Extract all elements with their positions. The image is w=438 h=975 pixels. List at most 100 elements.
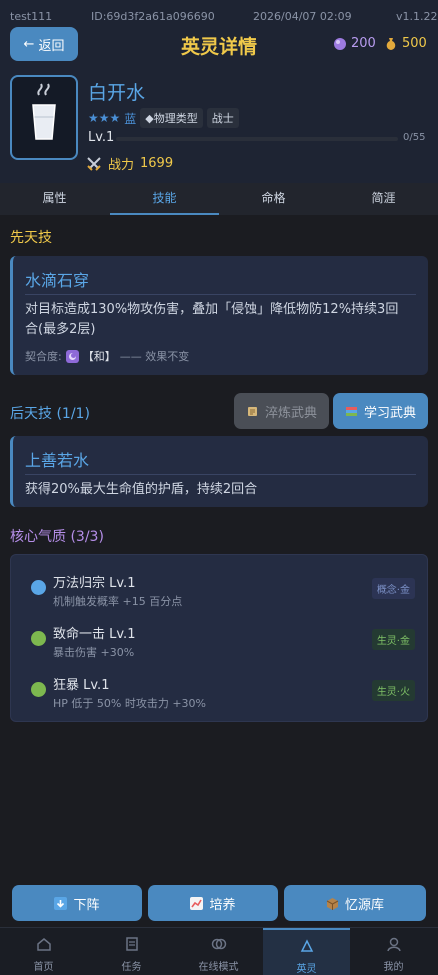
- trait-name: 狂暴 Lv.1: [53, 678, 110, 693]
- acquired-skill-name: 上善若水: [25, 451, 90, 470]
- acquired-skill-description: 获得20%最大生命值的护盾，持续2回合: [25, 482, 258, 497]
- combat-power: 战力 1699: [86, 154, 173, 173]
- innate-skill-card: 水滴石穿 对目标造成130%物攻伤害，叠加「侵蚀」降低物防12%持续3回合(最多…: [10, 256, 428, 375]
- tasks-icon: [125, 937, 138, 951]
- status-user: test111: [10, 10, 53, 23]
- affinity-icon: [65, 349, 79, 363]
- nav-home[interactable]: 首页: [0, 928, 87, 975]
- money-bag-icon: [386, 37, 396, 50]
- hero-tags: ★★★ 蓝 ◆物理类型 战士: [88, 108, 239, 128]
- train-button[interactable]: 培养: [148, 885, 278, 921]
- chart-up-icon: [190, 896, 204, 910]
- class-tag: 战士: [206, 108, 239, 128]
- tab-biography[interactable]: 简涯: [329, 183, 438, 215]
- back-button[interactable]: ← 返回: [10, 27, 78, 61]
- nav-profile[interactable]: 我的: [350, 928, 437, 975]
- power-label: 战力: [108, 158, 135, 173]
- trait-description: HP 低于 50% 时攻击力 +30%: [53, 697, 207, 710]
- unequip-button[interactable]: 下阵: [12, 885, 142, 921]
- books-icon: [345, 406, 357, 416]
- affinity-effect: —— 效果不变: [119, 350, 190, 363]
- home-icon: [36, 938, 51, 951]
- hero-portrait: [10, 75, 78, 160]
- hero-info: 白开水 ★★★ 蓝 ◆物理类型 战士 Lv.1 0/55 战力 1699: [0, 66, 438, 184]
- learn-tome-button[interactable]: 学习武典: [333, 393, 428, 429]
- detail-tabs: 属性 技能 命格 简涯: [0, 183, 438, 215]
- refine-label: 淬炼武典: [264, 405, 317, 421]
- trait-row: 狂暴 Lv.1 HP 低于 50% 时攻击力 +30% 生灵·火: [21, 666, 415, 714]
- train-label: 培养: [209, 897, 236, 913]
- box-icon: [326, 897, 339, 910]
- gem-amount: 200: [351, 36, 376, 51]
- gem-icon: [334, 37, 346, 50]
- status-datetime: 2026/04/07 02:09: [253, 10, 352, 23]
- innate-skill-title: 先天技: [10, 230, 52, 246]
- profile-icon: [386, 937, 401, 952]
- innate-skill-description: 对目标造成130%物攻伤害，叠加「侵蚀」降低物防12%持续3回合(最多2层): [25, 302, 399, 337]
- acquired-skill-card: 上善若水 获得20%最大生命值的护盾，持续2回合: [10, 436, 428, 507]
- trait-name: 万法归宗 Lv.1: [53, 576, 136, 591]
- tab-skills[interactable]: 技能: [110, 183, 219, 215]
- trait-dot: [31, 631, 46, 646]
- xp-bar: [116, 137, 398, 141]
- learn-label: 学习武典: [363, 405, 416, 421]
- nav-profile-label: 我的: [383, 962, 404, 973]
- trait-element-tag: 概念·金: [371, 578, 415, 599]
- nav-tasks-label: 任务: [121, 962, 142, 973]
- innate-skill-name: 水滴石穿: [25, 271, 90, 290]
- header: 英灵详情 ← 返回 200 500: [0, 27, 438, 66]
- xp-text: 0/55: [403, 132, 426, 143]
- acquired-skill-title: 后天技 (1/1): [10, 406, 90, 422]
- star-rating: ★★★: [88, 111, 121, 125]
- trait-row: 致命一击 Lv.1 暴击伤害 +30% 生灵·金: [21, 615, 415, 663]
- power-value: 1699: [140, 156, 174, 171]
- trait-dot: [31, 580, 46, 595]
- gold-counter: 500: [384, 36, 427, 51]
- unequip-label: 下阵: [73, 897, 100, 913]
- type-tag: ◆物理类型: [140, 108, 203, 128]
- divider: [25, 294, 416, 295]
- affinity-value: 【和】: [82, 350, 116, 363]
- core-traits-card: 万法归宗 Lv.1 机制触发概率 +15 百分点 概念·金致命一击 Lv.1 暴击伤害…: [10, 554, 428, 722]
- nav-heroes-label: 英灵: [296, 964, 317, 975]
- trait-dot: [31, 682, 46, 697]
- memory-label: 忆源库: [344, 897, 384, 913]
- trait-description: 机制触发概率 +15 百分点: [53, 595, 183, 608]
- tab-attributes[interactable]: 属性: [0, 183, 109, 215]
- online-mode-icon: [211, 938, 226, 950]
- affinity-label: 契合度:: [25, 350, 62, 363]
- affinity-row: 契合度: 【和】 —— 效果不变: [25, 348, 189, 364]
- core-traits-title: 核心气质 (3/3): [10, 529, 104, 545]
- bottom-actions: 下阵 培养 忆源库: [0, 880, 438, 927]
- down-arrow-icon: [54, 896, 68, 910]
- hero-name: 白开水: [88, 82, 146, 104]
- nav-online[interactable]: 在线模式: [175, 928, 262, 975]
- hero-level: Lv.1: [88, 130, 115, 145]
- heroes-icon: [300, 939, 313, 952]
- status-id: ID:69d3f2a61a096690: [91, 10, 215, 23]
- nav-online-label: 在线模式: [198, 962, 239, 973]
- rarity-label: 蓝: [124, 111, 137, 126]
- trait-description: 暴击伤害 +30%: [53, 646, 135, 659]
- tab-destiny[interactable]: 命格: [219, 183, 328, 215]
- nav-home-label: 首页: [33, 962, 54, 973]
- trait-element-tag: 生灵·金: [371, 629, 415, 650]
- water-glass-icon: [32, 83, 56, 140]
- trait-name: 致命一击 Lv.1: [53, 627, 136, 642]
- status-bar: test111 ID:69d3f2a61a096690 2026/04/07 0…: [0, 0, 438, 30]
- refine-tome-button[interactable]: 淬炼武典: [234, 393, 329, 429]
- nav-tasks[interactable]: 任务: [88, 928, 175, 975]
- memory-library-button[interactable]: 忆源库: [284, 885, 426, 921]
- nav-heroes[interactable]: 英灵: [263, 928, 350, 975]
- bottom-nav: 首页 任务 在线模式 英灵 我的: [0, 927, 438, 975]
- gold-amount: 500: [402, 36, 427, 51]
- trait-row: 万法归宗 Lv.1 机制触发概率 +15 百分点 概念·金: [21, 564, 415, 612]
- divider: [25, 474, 416, 475]
- gem-counter: 200: [333, 36, 376, 51]
- arrow-left-icon: ←: [23, 36, 35, 52]
- trait-element-tag: 生灵·火: [371, 680, 415, 701]
- scroll-icon: [247, 406, 257, 416]
- status-version: v1.1.22: [396, 10, 438, 23]
- back-label: 返回: [38, 38, 65, 54]
- crossed-swords-icon: [87, 156, 101, 171]
